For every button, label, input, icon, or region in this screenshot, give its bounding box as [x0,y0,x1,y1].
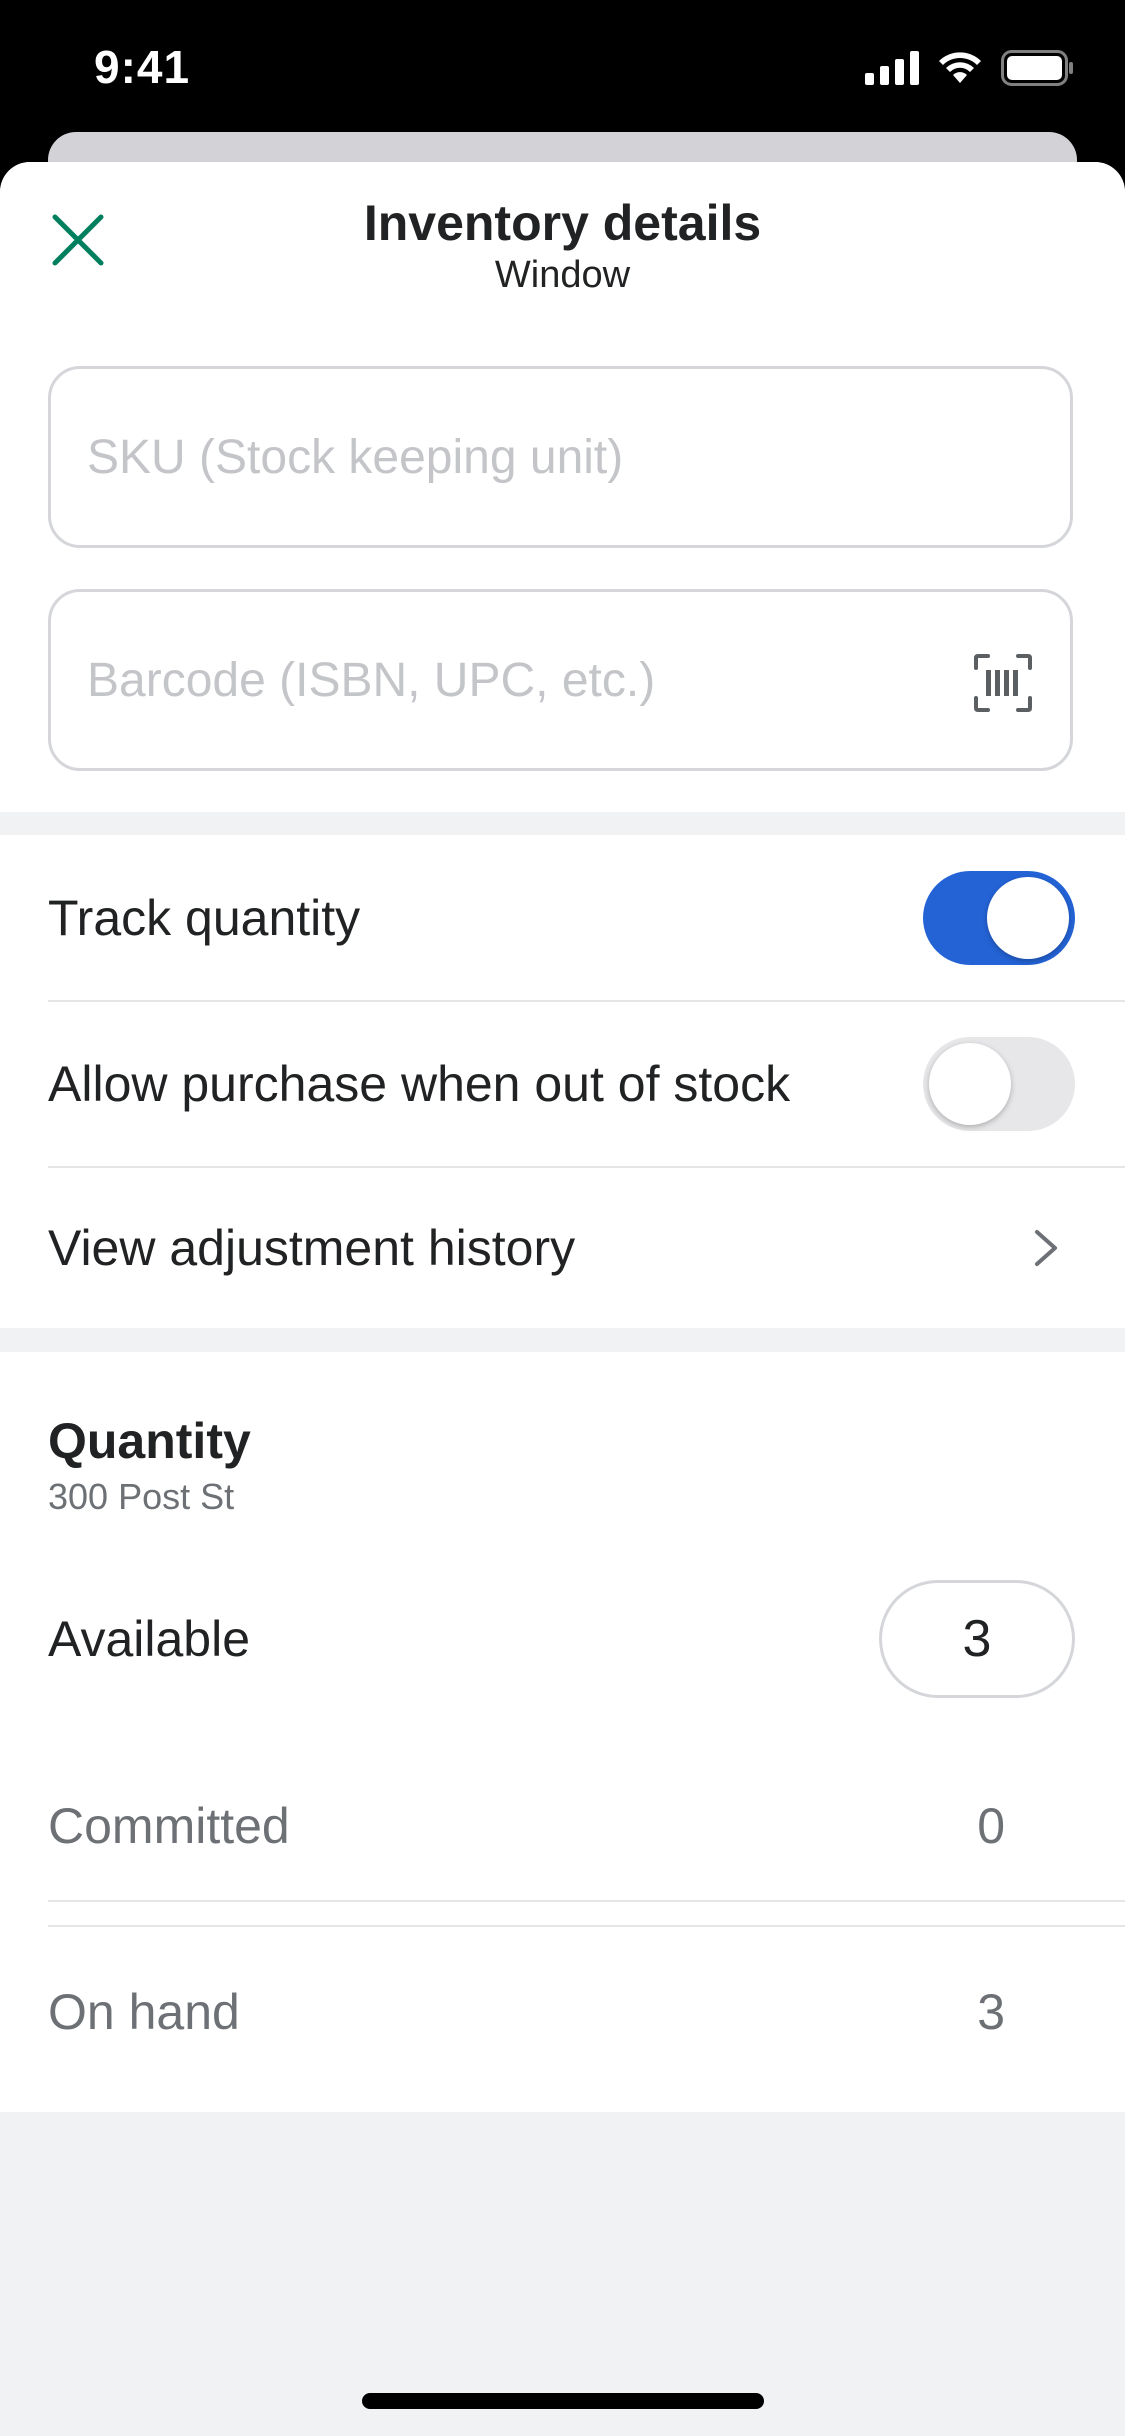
barcode-scan-icon[interactable] [974,654,1032,712]
page-title: Inventory details [363,195,762,251]
on-hand-row: On hand 3 [48,1952,1125,2072]
toggle-knob [929,1043,1011,1125]
wifi-icon [939,52,981,83]
status-time: 9:41 [94,41,191,93]
settings-section: Track quantity Allow purchase when out o… [0,835,1125,1328]
status-bar: 9:41 [0,0,1125,140]
location-name: 300 Post St [48,1476,235,1517]
on-hand-value: 3 [977,1984,1005,2040]
divider [48,1925,1125,1927]
committed-value: 0 [977,1798,1005,1854]
adjustment-history-row[interactable]: View adjustment history [48,1168,1125,1328]
allow-oos-label: Allow purchase when out of stock [48,1056,791,1112]
allow-oos-row: Allow purchase when out of stock [48,1002,1125,1166]
home-indicator [362,2393,764,2409]
committed-label: Committed [48,1798,290,1854]
available-quantity-input[interactable]: 3 [879,1580,1075,1698]
barcode-input[interactable] [87,592,967,768]
cellular-signal-icon [865,51,919,85]
sku-input[interactable] [87,369,967,545]
status-icons [865,50,1075,86]
inventory-sheet: Inventory details Window Track quantity [0,162,1125,2436]
track-quantity-toggle[interactable] [923,871,1075,965]
page-subtitle: Window [494,254,631,296]
battery-icon [1001,50,1073,86]
available-label: Available [48,1611,251,1667]
track-quantity-row: Track quantity [48,835,1125,1000]
available-row: Available 3 [48,1574,1125,1704]
allow-oos-toggle[interactable] [923,1037,1075,1131]
sku-field[interactable] [48,366,1073,548]
chevron-right-icon [1035,1230,1057,1266]
committed-row: Committed 0 [48,1766,1125,1886]
adjustment-history-label: View adjustment history [48,1220,576,1276]
quantity-title: Quantity [48,1413,251,1469]
track-quantity-label: Track quantity [48,889,361,946]
header-section: Inventory details Window [0,162,1125,812]
on-hand-label: On hand [48,1984,240,2040]
barcode-field[interactable] [48,589,1073,771]
toggle-knob [987,877,1069,959]
